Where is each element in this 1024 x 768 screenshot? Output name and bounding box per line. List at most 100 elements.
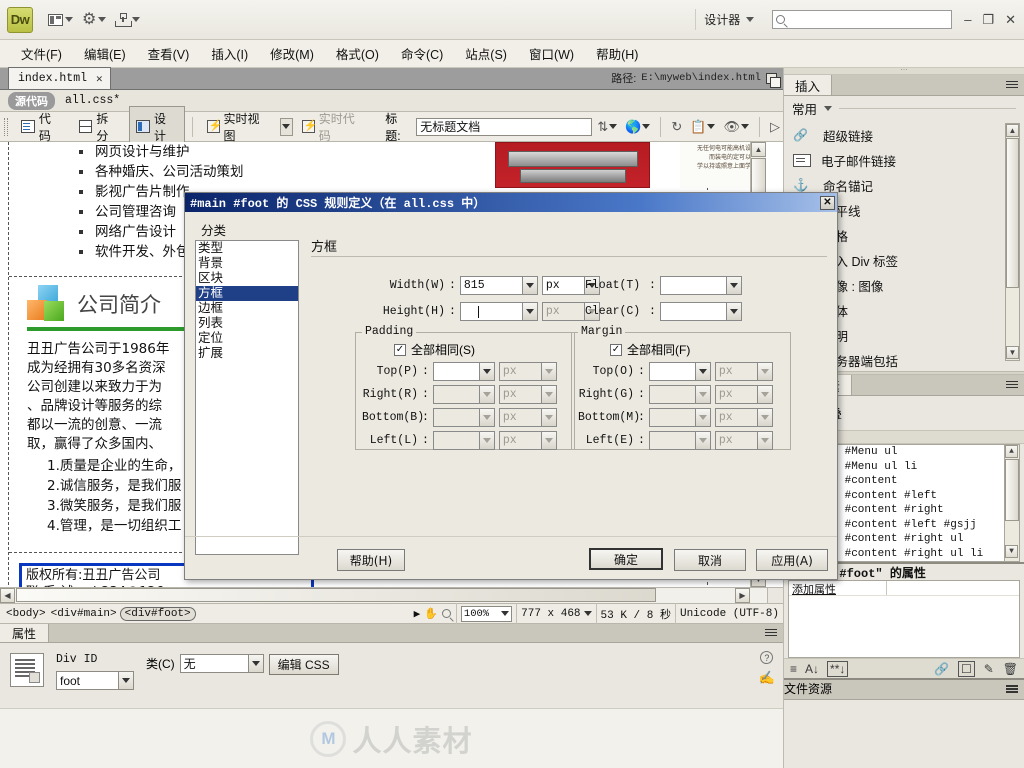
chevron-down-icon[interactable]: [478, 409, 494, 426]
add-property-label[interactable]: 添加属性: [789, 581, 887, 596]
attribute-grid[interactable]: 添加属性: [788, 580, 1020, 658]
padding-right-input[interactable]: [432, 385, 495, 404]
category-item-type[interactable]: 类型: [196, 241, 298, 256]
padding-left-input[interactable]: [432, 431, 495, 450]
category-item-box[interactable]: 方框: [196, 286, 298, 301]
insert-panel-menu-button[interactable]: [1000, 75, 1024, 95]
chevron-down-icon[interactable]: [694, 386, 710, 403]
table-row[interactable]: 添加属性: [789, 581, 1019, 596]
visual-aids-button[interactable]: 👁: [720, 117, 752, 137]
category-item-border[interactable]: 边框: [196, 301, 298, 316]
height-input[interactable]: [459, 302, 538, 321]
help-icon[interactable]: ?: [760, 651, 774, 664]
category-item-extensions[interactable]: 扩展: [196, 346, 298, 361]
margin-left-unit[interactable]: px: [714, 431, 773, 450]
document-tab-index-html[interactable]: index.html ✕: [8, 67, 111, 89]
menu-commands[interactable]: 命令(C): [390, 41, 454, 66]
scroll-left-arrow[interactable]: ◀: [0, 588, 15, 603]
chevron-down-icon[interactable]: [521, 303, 537, 320]
edit-rule-icon[interactable]: ✎: [984, 662, 994, 676]
select-tool-icon[interactable]: ▶: [414, 607, 421, 621]
tab-files[interactable]: 文件: [784, 680, 808, 699]
clear-select[interactable]: [659, 302, 742, 321]
padding-same-for-all-row[interactable]: ✓ 全部相同(S): [394, 341, 574, 358]
chevron-down-icon[interactable]: [478, 363, 494, 380]
checkbox-icon[interactable]: ✓: [394, 343, 406, 356]
scroll-down-arrow[interactable]: ▼: [1006, 346, 1019, 359]
scroll-down-arrow[interactable]: ▼: [1005, 545, 1018, 558]
margin-bottom-unit[interactable]: px: [714, 408, 773, 427]
close-icon[interactable]: ✕: [820, 195, 835, 210]
class-select[interactable]: 无: [179, 654, 264, 673]
div-id-select[interactable]: foot: [56, 671, 134, 690]
chevron-down-icon[interactable]: [756, 432, 772, 449]
attach-stylesheet-icon[interactable]: 🔗: [934, 662, 949, 676]
scroll-up-arrow[interactable]: ▲: [751, 142, 766, 157]
window-size-cell[interactable]: 777 x 468: [516, 603, 595, 624]
extend-dreamweaver-button[interactable]: [79, 11, 109, 29]
scroll-right-arrow[interactable]: ▶: [735, 588, 750, 603]
menu-format[interactable]: 格式(O): [325, 41, 390, 66]
chevron-down-icon[interactable]: [756, 409, 772, 426]
insert-list-scrollbar[interactable]: ▲ ▼: [1005, 123, 1020, 361]
margin-top-unit[interactable]: px: [714, 362, 773, 381]
tag-div-main[interactable]: <div#main>: [49, 608, 119, 620]
insert-category-row[interactable]: 常用: [784, 96, 1024, 121]
toolbar-grip[interactable]: [4, 117, 8, 136]
layout-switch-button[interactable]: [45, 12, 76, 28]
checkbox-icon[interactable]: ✓: [610, 343, 622, 356]
chevron-down-icon[interactable]: [540, 409, 556, 426]
category-item-list[interactable]: 列表: [196, 316, 298, 331]
padding-bottom-input[interactable]: [432, 408, 495, 427]
menu-site[interactable]: 站点(S): [454, 41, 518, 66]
ok-button[interactable]: 确定: [589, 548, 663, 570]
insert-item-hyperlink[interactable]: 超级链接: [784, 123, 1024, 148]
margin-right-input[interactable]: [648, 385, 711, 404]
padding-right-unit[interactable]: px: [498, 385, 557, 404]
chevron-down-icon[interactable]: [756, 386, 772, 403]
show-alphabet-view-icon[interactable]: A↓: [805, 662, 819, 676]
chevron-down-icon[interactable]: [694, 363, 710, 380]
menu-help[interactable]: 帮助(H): [585, 41, 649, 66]
canvas-horizontal-scrollbar[interactable]: ◀ ▶: [0, 587, 767, 603]
apply-button[interactable]: 应用(A): [756, 549, 828, 571]
chevron-down-icon[interactable]: [540, 432, 556, 449]
tab-assets[interactable]: 资源: [808, 680, 832, 699]
hand-icon[interactable]: ✍: [759, 670, 775, 686]
menu-edit[interactable]: 编辑(E): [73, 41, 137, 66]
category-item-background[interactable]: 背景: [196, 256, 298, 271]
padding-bottom-unit[interactable]: px: [498, 408, 557, 427]
chevron-down-icon[interactable]: [725, 277, 741, 294]
chevron-down-icon[interactable]: [521, 277, 537, 294]
tab-properties[interactable]: 属性: [0, 624, 50, 642]
preview-in-browser-button[interactable]: 🌎: [622, 117, 653, 137]
margin-top-input[interactable]: [648, 362, 711, 381]
zoom-select[interactable]: 100%: [460, 605, 513, 622]
edit-css-button[interactable]: 编辑 CSS: [268, 654, 339, 675]
chevron-down-icon[interactable]: [540, 386, 556, 403]
minimize-button[interactable]: –: [964, 12, 971, 27]
file-management-button[interactable]: ⇅: [594, 117, 620, 137]
chevron-down-icon[interactable]: [694, 432, 710, 449]
properties-panel-menu-button[interactable]: [759, 624, 783, 642]
search-input[interactable]: [772, 10, 953, 29]
menu-view[interactable]: 查看(V): [137, 41, 201, 66]
scroll-up-arrow[interactable]: ▲: [1006, 124, 1019, 137]
scrollbar-thumb[interactable]: [1006, 138, 1019, 288]
show-category-view-icon[interactable]: ≡: [790, 662, 797, 676]
ap-panel-menu-button[interactable]: [1000, 375, 1024, 395]
margin-same-for-all-row[interactable]: ✓ 全部相同(F): [610, 341, 790, 358]
scroll-up-arrow[interactable]: ▲: [1005, 445, 1018, 458]
close-icon[interactable]: ✕: [96, 72, 103, 86]
chevron-down-icon[interactable]: [478, 386, 494, 403]
margin-left-input[interactable]: [648, 431, 711, 450]
chevron-down-icon[interactable]: [118, 672, 133, 689]
chevron-down-icon[interactable]: [756, 363, 772, 380]
width-input[interactable]: 815: [459, 276, 538, 295]
zoom-tool-icon[interactable]: [441, 609, 451, 618]
validate-markup-button[interactable]: 📋: [687, 117, 718, 137]
tag-div-foot[interactable]: <div#foot>: [119, 606, 196, 621]
site-manage-button[interactable]: [112, 11, 143, 28]
menu-file[interactable]: 文件(F): [10, 41, 73, 66]
help-button[interactable]: 帮助(H): [337, 549, 405, 571]
